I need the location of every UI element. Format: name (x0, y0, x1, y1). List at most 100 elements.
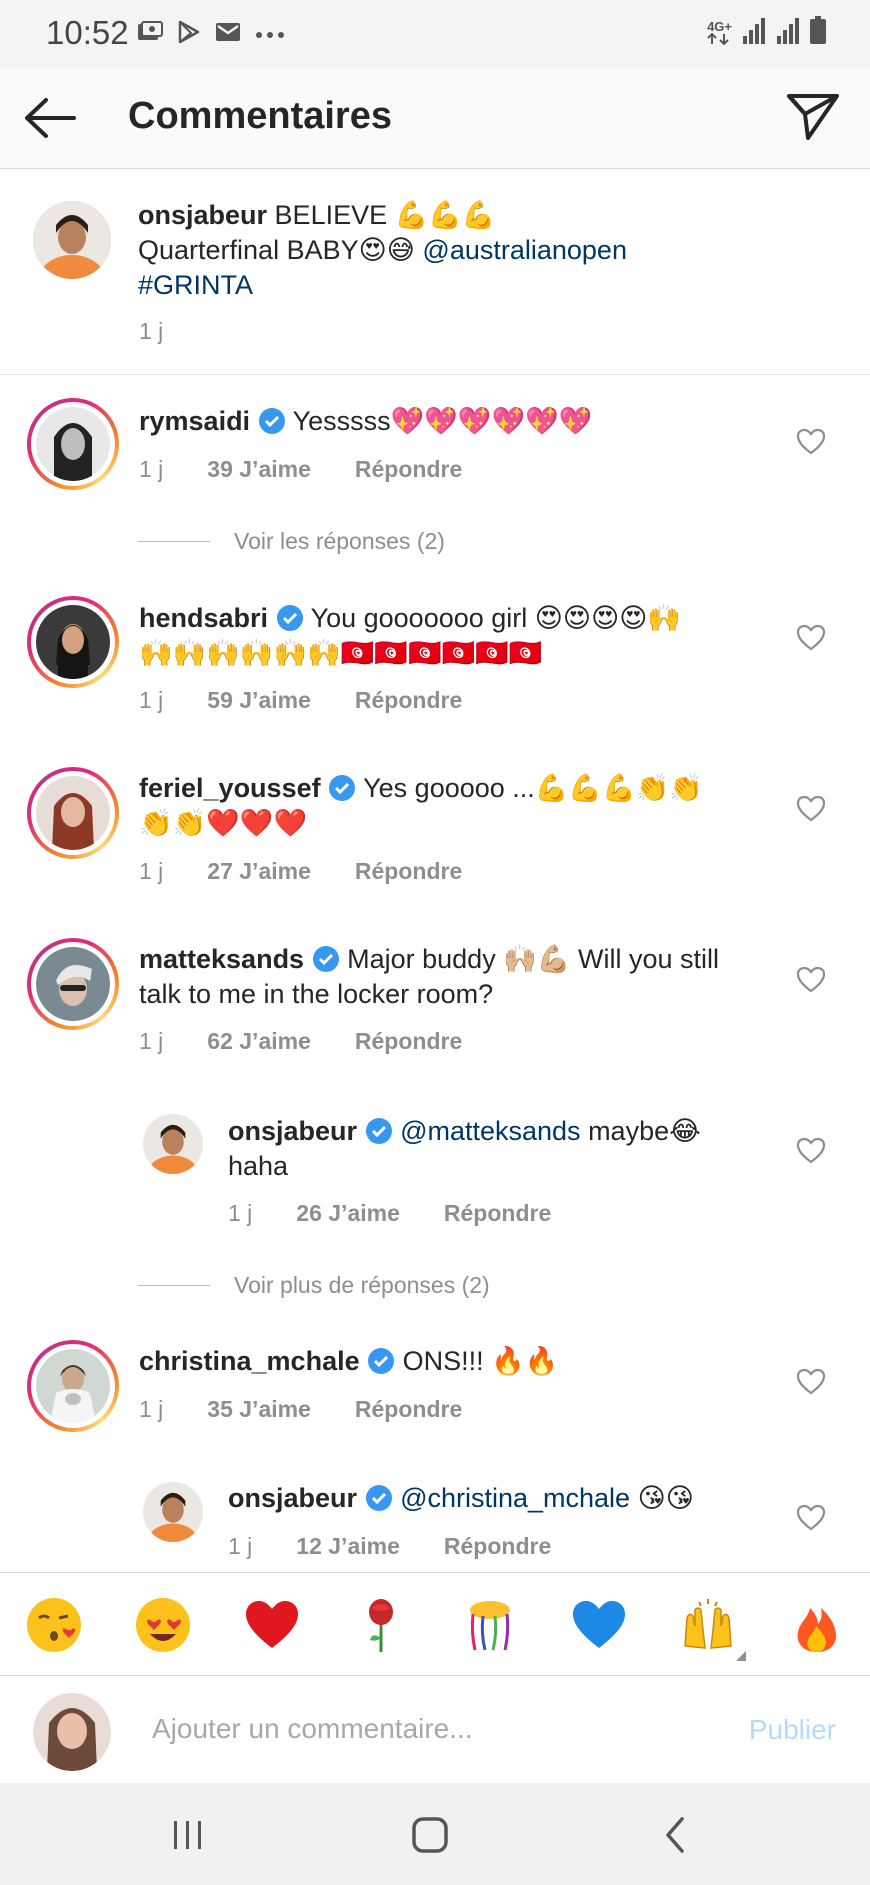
verified-badge-icon (328, 773, 356, 803)
reply-username[interactable]: onsjabeur (228, 1483, 357, 1513)
emoji-red-heart-button[interactable] (242, 1595, 302, 1655)
avatar[interactable] (27, 596, 119, 688)
comment-time: 1 j (139, 858, 164, 884)
reply-button[interactable]: Répondre (444, 1200, 551, 1227)
emoji-quick-bar (0, 1572, 870, 1676)
reply-button[interactable]: Répondre (355, 1396, 462, 1423)
reply-mention[interactable]: @christina_mchale (400, 1483, 630, 1513)
avatar[interactable] (33, 201, 111, 279)
comment-text: matteksands Major buddy 🙌🏼💪🏼 Will you st… (139, 942, 779, 1012)
comment-text: hendsabri You gooooooo girl 😍😍😍😍🙌 🙌🙌🙌🙌🙌🙌… (139, 601, 779, 671)
4g-plus-icon: 4G+ (707, 20, 732, 47)
status-bar: 10:52 4G+ (0, 0, 870, 68)
reply-username[interactable]: onsjabeur (228, 1116, 357, 1146)
avatar[interactable] (143, 1482, 203, 1542)
caption-hashtag[interactable]: #GRINTA (138, 270, 253, 300)
comment-username[interactable]: hendsabri (139, 603, 268, 633)
emoji-rose-button[interactable] (351, 1595, 411, 1655)
emoji-kiss-button[interactable] (24, 1595, 84, 1655)
recent-apps-button[interactable] (166, 1813, 210, 1857)
reply-time: 1 j (228, 1533, 253, 1559)
comment-likes[interactable]: 39 J’aime (207, 456, 311, 483)
comment-username[interactable]: rymsaidi (139, 406, 250, 436)
view-more-replies-button[interactable]: Voir plus de réponses (2) (138, 1272, 490, 1299)
comment-meta: 1 j 35 J’aime Répondre (139, 1396, 462, 1423)
like-button[interactable] (796, 623, 826, 653)
comment-meta: 1 j 62 J’aime Répondre (139, 1028, 462, 1055)
like-button[interactable] (796, 794, 826, 824)
reply-likes[interactable]: 12 J’aime (296, 1533, 400, 1560)
photo-notification-icon (137, 21, 163, 48)
reply-button[interactable]: Répondre (355, 687, 462, 714)
divider-line (138, 1285, 210, 1286)
avatar[interactable] (27, 938, 119, 1030)
emoji-raised-hands-button[interactable] (678, 1595, 746, 1661)
network-type-label: 4G+ (707, 19, 732, 34)
comment-time: 1 j (139, 456, 164, 482)
reply-time: 1 j (228, 1200, 253, 1226)
reply-meta: 1 j 26 J’aime Répondre (228, 1200, 551, 1227)
verified-badge-icon (367, 1346, 395, 1376)
back-nav-button[interactable] (654, 1813, 698, 1857)
like-button[interactable] (796, 427, 826, 457)
reply-button[interactable]: Répondre (355, 858, 462, 885)
view-replies-label: Voir les réponses (2) (234, 528, 445, 554)
comment-emoji-line2: 🙌🙌🙌🙌🙌🙌🇹🇳🇹🇳🇹🇳🇹🇳🇹🇳🇹🇳 (139, 638, 543, 669)
comment-meta: 1 j 39 J’aime Répondre (139, 456, 462, 483)
comment-emoji: 💖💖💖💖💖💖 (390, 406, 593, 437)
emoji-variant-indicator-icon (736, 1651, 746, 1661)
comment-text: rymsaidi Yesssss💖💖💖💖💖💖 (139, 404, 779, 439)
verified-badge-icon (312, 944, 340, 974)
battery-icon (810, 16, 826, 49)
emoji-fire-button[interactable] (787, 1595, 847, 1655)
play-store-icon (177, 20, 201, 49)
view-replies-button[interactable]: Voir les réponses (2) (138, 528, 445, 555)
reply-button[interactable]: Répondre (355, 456, 462, 483)
reply-meta: 1 j 12 J’aime Répondre (228, 1533, 551, 1560)
view-more-replies-label: Voir plus de réponses (2) (234, 1272, 490, 1298)
reply-likes[interactable]: 26 J’aime (296, 1200, 400, 1227)
reply-button[interactable]: Répondre (355, 1028, 462, 1055)
heart-icon (796, 1137, 826, 1164)
reply-mention[interactable]: @matteksands (400, 1116, 580, 1146)
like-button[interactable] (796, 1503, 826, 1533)
avatar[interactable] (143, 1114, 203, 1174)
caption-text: onsjabeur BELIEVE 💪💪💪 Quarterfinal BABY😍… (138, 198, 828, 303)
emoji-blue-heart-button[interactable] (569, 1595, 629, 1655)
comment-username[interactable]: matteksands (139, 944, 304, 974)
comment-likes[interactable]: 27 J’aime (207, 858, 311, 885)
comment-likes[interactable]: 59 J’aime (207, 687, 311, 714)
like-button[interactable] (796, 965, 826, 995)
comment-username[interactable]: christina_mchale (139, 1346, 360, 1376)
avatar[interactable] (27, 1340, 119, 1432)
avatar[interactable] (27, 398, 119, 490)
caption-username[interactable]: onsjabeur (138, 200, 267, 230)
comment-body: Major buddy (347, 944, 496, 974)
notification-icons (137, 20, 285, 49)
avatar[interactable] (27, 767, 119, 859)
comment-likes[interactable]: 62 J’aime (207, 1028, 311, 1055)
reply-button[interactable]: Répondre (444, 1533, 551, 1560)
home-button[interactable] (408, 1813, 452, 1857)
comment-input[interactable] (152, 1706, 712, 1752)
heart-icon (796, 1368, 826, 1395)
comment-username[interactable]: feriel_youssef (139, 773, 321, 803)
emoji-heart-eyes-button[interactable] (133, 1595, 193, 1655)
emoji-confetti-button[interactable] (460, 1595, 520, 1655)
comment-body: You gooooooo girl (310, 603, 528, 633)
comment-body-line2: talk to me in the locker room? (139, 979, 494, 1009)
caption-line2-emoji: 😍😅 (358, 235, 415, 266)
like-button[interactable] (796, 1136, 826, 1166)
caption-mention[interactable]: @australianopen (422, 235, 627, 265)
comment-likes[interactable]: 35 J’aime (207, 1396, 311, 1423)
caption-line2: Quarterfinal BABY (138, 235, 359, 265)
reply-emoji: 😂 (669, 1116, 701, 1147)
back-icon (666, 1817, 684, 1853)
like-button[interactable] (796, 1367, 826, 1397)
publish-button[interactable]: Publier (749, 1714, 836, 1746)
share-button[interactable] (786, 92, 840, 140)
caption-meta: 1 j (139, 318, 163, 345)
reply-text: onsjabeur @christina_mchale 😘😘 (228, 1481, 788, 1516)
verified-badge-icon (258, 406, 286, 436)
back-button[interactable] (22, 96, 78, 140)
